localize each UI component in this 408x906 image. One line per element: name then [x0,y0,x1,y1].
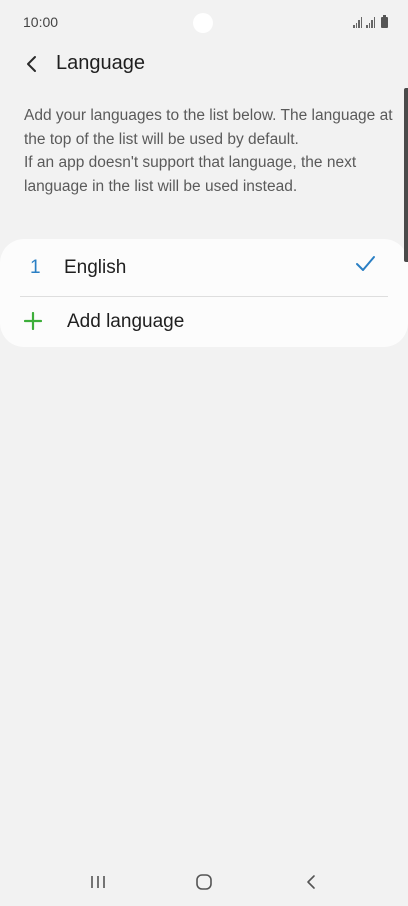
status-icons [353,15,388,28]
plus-icon [24,312,42,330]
add-language-button[interactable]: Add language [0,297,408,347]
add-language-label: Add language [67,311,185,332]
language-list-card: 1 English Add language [0,239,408,347]
language-item-english[interactable]: 1 English [0,239,408,296]
camera-cutout [193,13,213,33]
header: Language [0,46,408,82]
navigation-bar [0,858,408,906]
recents-icon [91,876,105,888]
check-icon [356,256,375,271]
signal-icon [366,17,375,28]
nav-back-button[interactable] [291,868,331,896]
signal-icon [353,17,362,28]
battery-icon [381,15,388,28]
recents-button[interactable] [78,868,118,896]
status-bar: 10:00 [0,0,408,46]
status-time: 10:00 [23,14,59,30]
page-title: Language [56,52,145,74]
home-icon [196,874,212,890]
description-line-1: Add your languages to the list below. Th… [24,107,393,148]
home-button[interactable] [184,868,224,896]
back-icon [307,875,315,889]
language-index: 1 [30,257,41,278]
description-text: Add your languages to the list below. Th… [24,104,394,198]
language-name: English [64,257,127,278]
scroll-indicator[interactable] [404,88,408,262]
back-button[interactable] [16,48,48,80]
chevron-left-icon [27,56,36,72]
description-line-2: If an app doesn't support that language,… [24,154,357,195]
